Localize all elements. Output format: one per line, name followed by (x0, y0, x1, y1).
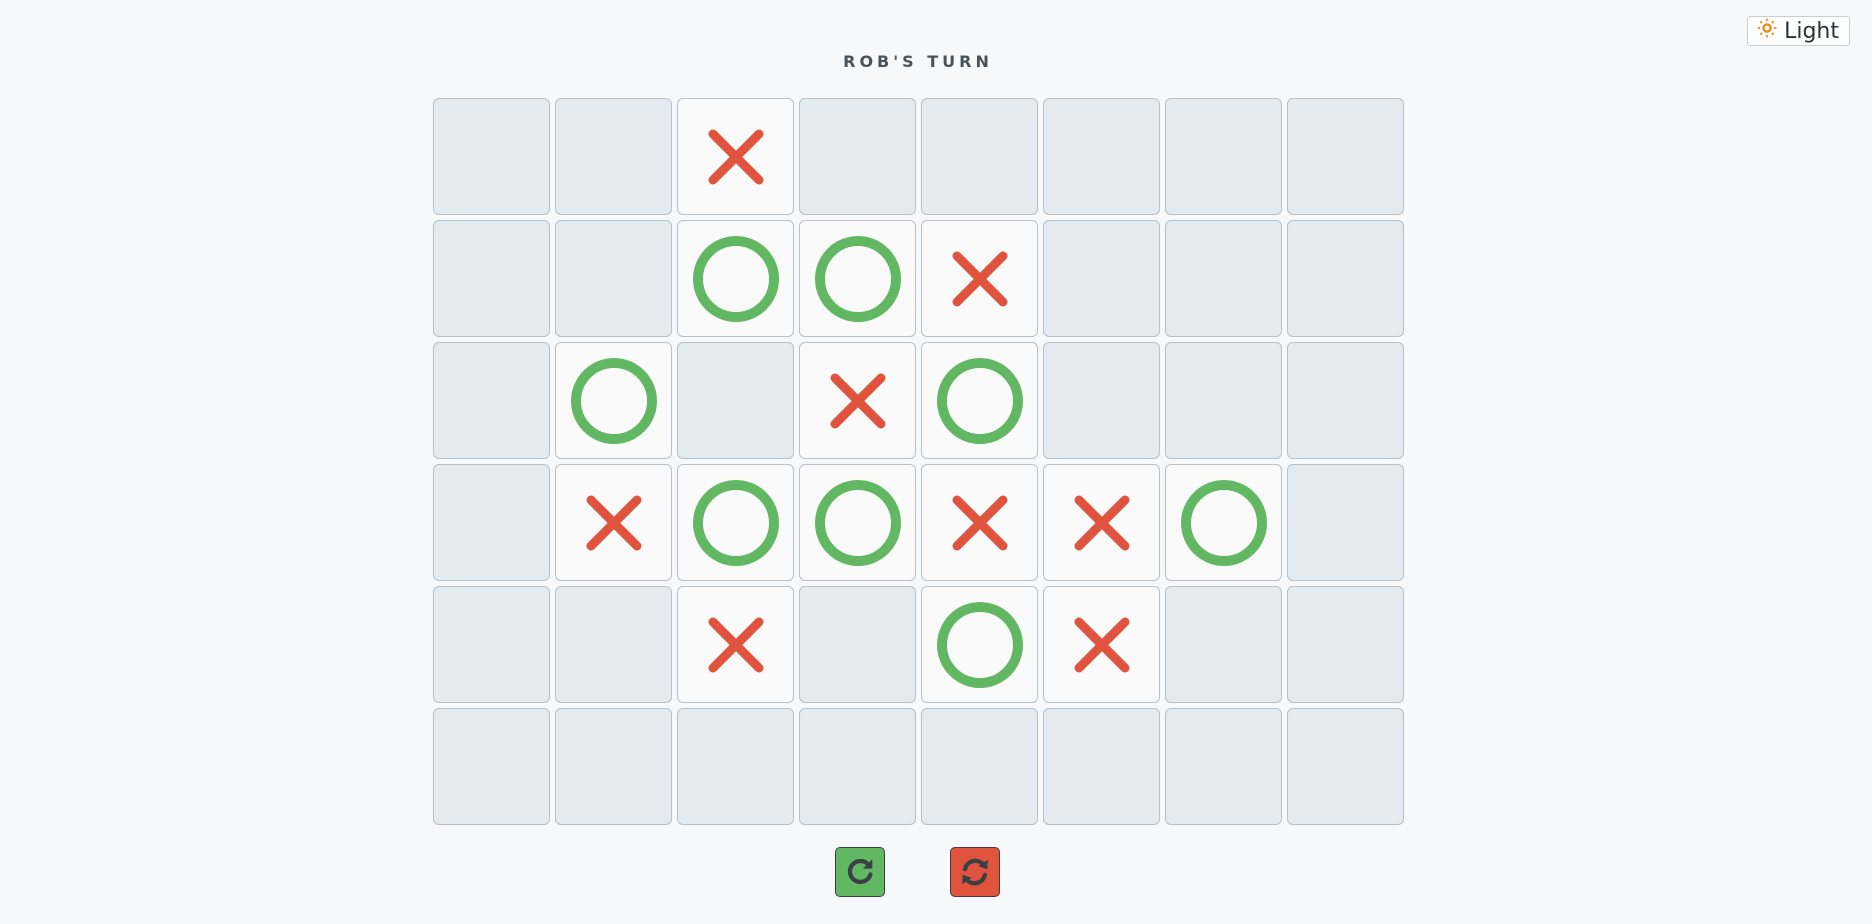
board-cell-r4-c8[interactable] (1287, 464, 1404, 581)
board-cell-r6-c5[interactable] (921, 708, 1038, 825)
o-mark (936, 357, 1023, 444)
board-cell-r6-c1[interactable] (433, 708, 550, 825)
board-cell-r4-c1[interactable] (433, 464, 550, 581)
board-cell-r3-c5 (921, 342, 1038, 459)
board-cell-r1-c1[interactable] (433, 98, 550, 215)
board-cell-r5-c3 (677, 586, 794, 703)
board-cell-r4-c6 (1043, 464, 1160, 581)
o-mark (814, 479, 901, 566)
board-cell-r1-c5[interactable] (921, 98, 1038, 215)
board-cell-r3-c4 (799, 342, 916, 459)
theme-toggle-button[interactable]: Light (1747, 16, 1850, 46)
x-mark (830, 373, 885, 428)
board-cell-r2-c2[interactable] (555, 220, 672, 337)
board-cell-r5-c8[interactable] (1287, 586, 1404, 703)
board-cell-r6-c6[interactable] (1043, 708, 1160, 825)
board-cell-r5-c6 (1043, 586, 1160, 703)
board-cell-r4-c3 (677, 464, 794, 581)
redo-button[interactable] (835, 847, 885, 897)
x-mark (708, 617, 763, 672)
board-cell-r2-c4 (799, 220, 916, 337)
board-cell-r2-c7[interactable] (1165, 220, 1282, 337)
board-cell-r3-c8[interactable] (1287, 342, 1404, 459)
board-cell-r1-c6[interactable] (1043, 98, 1160, 215)
board-cell-r1-c8[interactable] (1287, 98, 1404, 215)
board-cell-r4-c2 (555, 464, 672, 581)
board-cell-r1-c3 (677, 98, 794, 215)
board-cell-r6-c3[interactable] (677, 708, 794, 825)
board-cell-r1-c2[interactable] (555, 98, 672, 215)
board-cell-r6-c7[interactable] (1165, 708, 1282, 825)
x-mark (1074, 617, 1129, 672)
x-mark (1074, 495, 1129, 550)
x-mark (952, 251, 1007, 306)
board-cell-r2-c5 (921, 220, 1038, 337)
o-mark (692, 479, 779, 566)
board-cell-r3-c2 (555, 342, 672, 459)
board-cell-r4-c5 (921, 464, 1038, 581)
board-cell-r5-c1[interactable] (433, 586, 550, 703)
restart-button[interactable] (950, 847, 1000, 897)
x-mark (952, 495, 1007, 550)
board-cell-r2-c3 (677, 220, 794, 337)
theme-toggle-label: Light (1784, 18, 1839, 44)
board-cell-r1-c4[interactable] (799, 98, 916, 215)
board-cell-r6-c4[interactable] (799, 708, 916, 825)
refresh-icon (962, 858, 988, 886)
board-cell-r2-c6[interactable] (1043, 220, 1160, 337)
board-cell-r2-c1[interactable] (433, 220, 550, 337)
game-controls (835, 847, 1000, 897)
board-cell-r5-c2[interactable] (555, 586, 672, 703)
board-cell-r1-c7[interactable] (1165, 98, 1282, 215)
board-cell-r4-c7 (1165, 464, 1282, 581)
board-cell-r3-c3[interactable] (677, 342, 794, 459)
o-mark (1180, 479, 1267, 566)
game-board (433, 98, 1404, 825)
board-cell-r3-c6[interactable] (1043, 342, 1160, 459)
o-mark (570, 357, 657, 444)
board-cell-r2-c8[interactable] (1287, 220, 1404, 337)
redo-icon (847, 858, 873, 885)
o-mark (936, 601, 1023, 688)
turn-indicator: ROB'S TURN (843, 52, 993, 71)
sun-icon (1756, 17, 1778, 45)
board-cell-r6-c8[interactable] (1287, 708, 1404, 825)
board-cell-r5-c4[interactable] (799, 586, 916, 703)
board-cell-r6-c2[interactable] (555, 708, 672, 825)
board-cell-r5-c5 (921, 586, 1038, 703)
board-cell-r3-c1[interactable] (433, 342, 550, 459)
x-mark (708, 129, 763, 184)
board-cell-r3-c7[interactable] (1165, 342, 1282, 459)
o-mark (814, 235, 901, 322)
board-cell-r5-c7[interactable] (1165, 586, 1282, 703)
x-mark (586, 495, 641, 550)
o-mark (692, 235, 779, 322)
board-cell-r4-c4 (799, 464, 916, 581)
